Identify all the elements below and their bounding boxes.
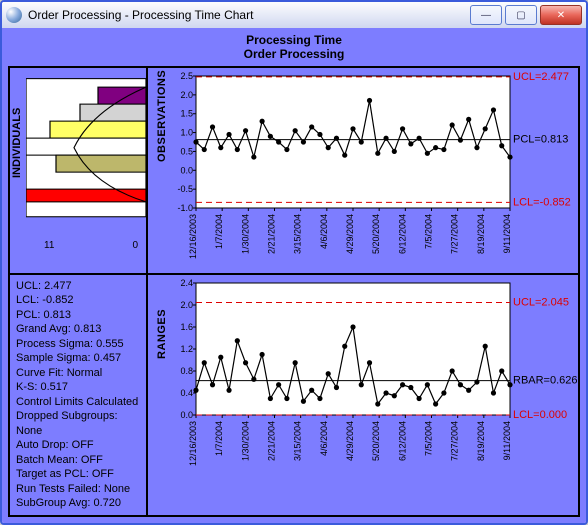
maximize-button[interactable]: ▢ [505,5,537,25]
svg-text:4/29/2004: 4/29/2004 [345,421,355,461]
svg-text:7/27/2004: 7/27/2004 [450,421,460,461]
svg-text:1/7/2004: 1/7/2004 [214,214,224,249]
titlebar: Order Processing - Processing Time Chart… [2,2,586,28]
hist-axis-right: 0 [132,240,138,251]
svg-text:12/16/2003: 12/16/2003 [188,421,198,466]
stat-line: Batch Mean: OFF [16,453,140,468]
stat-line: Target as PCL: OFF [16,467,140,482]
svg-text:1.6: 1.6 [180,322,193,332]
svg-text:1.2: 1.2 [180,344,193,354]
svg-text:UCL=2.477: UCL=2.477 [513,70,569,82]
svg-text:2/21/2004: 2/21/2004 [267,214,277,254]
observations-label: OBSERVATIONS [156,69,168,161]
layout-grid: INDIVIDUALS 11 [8,66,580,517]
stats-cell: UCL: 2.477LCL: -0.852PCL: 0.813Grand Avg… [9,274,147,516]
svg-text:0.0: 0.0 [180,165,193,175]
individuals-label: INDIVIDUALS [10,68,26,238]
svg-text:-1.0: -1.0 [177,203,193,213]
stat-line: UCL: 2.477 [16,279,140,294]
svg-text:4/29/2004: 4/29/2004 [345,214,355,254]
observations-chart: -1.0 -0.5 0.0 0.5 1.0 1.5 2.0 2.5 12/16/2003 1/7/… [168,68,578,268]
svg-text:UCL=2.045: UCL=2.045 [513,296,569,308]
close-button[interactable]: ✕ [540,5,582,25]
svg-text:2.5: 2.5 [180,71,193,81]
svg-text:4/6/2004: 4/6/2004 [319,421,329,456]
svg-text:0.4: 0.4 [180,388,193,398]
ranges-chart: 0.0 0.4 0.8 1.2 1.6 2.0 2.4 12/16/2003 1/7/2004 1… [168,275,578,475]
app-window: Order Processing - Processing Time Chart… [0,0,588,525]
svg-text:8/19/2004: 8/19/2004 [476,214,486,254]
stat-line: Run Tests Failed: None [16,482,140,497]
svg-text:1/7/2004: 1/7/2004 [214,421,224,456]
svg-text:12/16/2003: 12/16/2003 [188,214,198,259]
svg-text:3/15/2004: 3/15/2004 [293,214,303,254]
svg-text:1.0: 1.0 [180,127,193,137]
histogram-axis: 11 0 [10,238,146,257]
ranges-cell: RANGES 0.0 0.4 0.8 1.2 1.6 2.0 2.4 12/16/2003 1/… [147,274,579,516]
svg-text:7/27/2004: 7/27/2004 [450,214,460,254]
minimize-button[interactable]: — [470,5,502,25]
stat-line: Dropped Subgroups: None [16,409,140,438]
svg-text:2.0: 2.0 [180,300,193,310]
svg-text:LCL=-0.852: LCL=-0.852 [513,196,571,208]
histogram-cell: INDIVIDUALS 11 [9,67,147,274]
stat-line: PCL: 0.813 [16,308,140,323]
stat-line: Auto Drop: OFF [16,438,140,453]
svg-text:-0.5: -0.5 [177,184,193,194]
histogram-chart [26,68,146,238]
svg-text:9/11/2004: 9/11/2004 [502,421,512,460]
content-area: Processing Time Order Processing INDIVID… [2,28,586,523]
svg-text:6/12/2004: 6/12/2004 [397,214,407,254]
stat-line: K-S: 0.517 [16,380,140,395]
svg-text:1/30/2004: 1/30/2004 [240,214,250,254]
stats-list: UCL: 2.477LCL: -0.852PCL: 0.813Grand Avg… [10,275,146,515]
stat-line: Control Limits Calculated [16,395,140,410]
svg-text:0.5: 0.5 [180,146,193,156]
svg-text:5/20/2004: 5/20/2004 [371,421,381,461]
svg-text:0.0: 0.0 [180,410,193,420]
chart-header: Processing Time Order Processing [8,34,580,62]
stat-line: SubGroup Avg: 0.720 [16,496,140,511]
svg-text:7/5/2004: 7/5/2004 [424,214,434,249]
header-line2: Order Processing [8,48,580,62]
svg-text:4/6/2004: 4/6/2004 [319,214,329,249]
app-icon [6,7,22,23]
svg-text:LCL=0.000: LCL=0.000 [513,409,567,421]
svg-text:6/12/2004: 6/12/2004 [397,421,407,461]
window-controls: — ▢ ✕ [470,5,582,25]
svg-text:5/20/2004: 5/20/2004 [371,214,381,254]
svg-text:RBAR=0.626: RBAR=0.626 [513,374,578,386]
svg-text:1/30/2004: 1/30/2004 [240,421,250,461]
svg-text:2.0: 2.0 [180,89,193,99]
svg-text:7/5/2004: 7/5/2004 [424,421,434,456]
stat-line: Curve Fit: Normal [16,366,140,381]
ranges-label: RANGES [156,309,168,359]
svg-text:0.8: 0.8 [180,366,193,376]
svg-text:3/15/2004: 3/15/2004 [293,421,303,461]
svg-text:9/11/2004: 9/11/2004 [502,214,512,253]
stat-line: Grand Avg: 0.813 [16,322,140,337]
stat-line: Sample Sigma: 0.457 [16,351,140,366]
svg-text:PCL=0.813: PCL=0.813 [513,133,568,145]
svg-text:2.4: 2.4 [180,278,193,288]
observations-cell: OBSERVATIONS -1.0 -0.5 0.0 0.5 1.0 1.5 2.0 2.5 1… [147,67,579,274]
hist-axis-left: 11 [44,240,54,251]
svg-text:8/19/2004: 8/19/2004 [476,421,486,461]
svg-text:1.5: 1.5 [180,108,193,118]
header-line1: Processing Time [8,34,580,48]
window-title: Order Processing - Processing Time Chart [28,8,470,22]
stat-line: Process Sigma: 0.555 [16,337,140,352]
svg-text:2/21/2004: 2/21/2004 [267,421,277,461]
stat-line: LCL: -0.852 [16,293,140,308]
